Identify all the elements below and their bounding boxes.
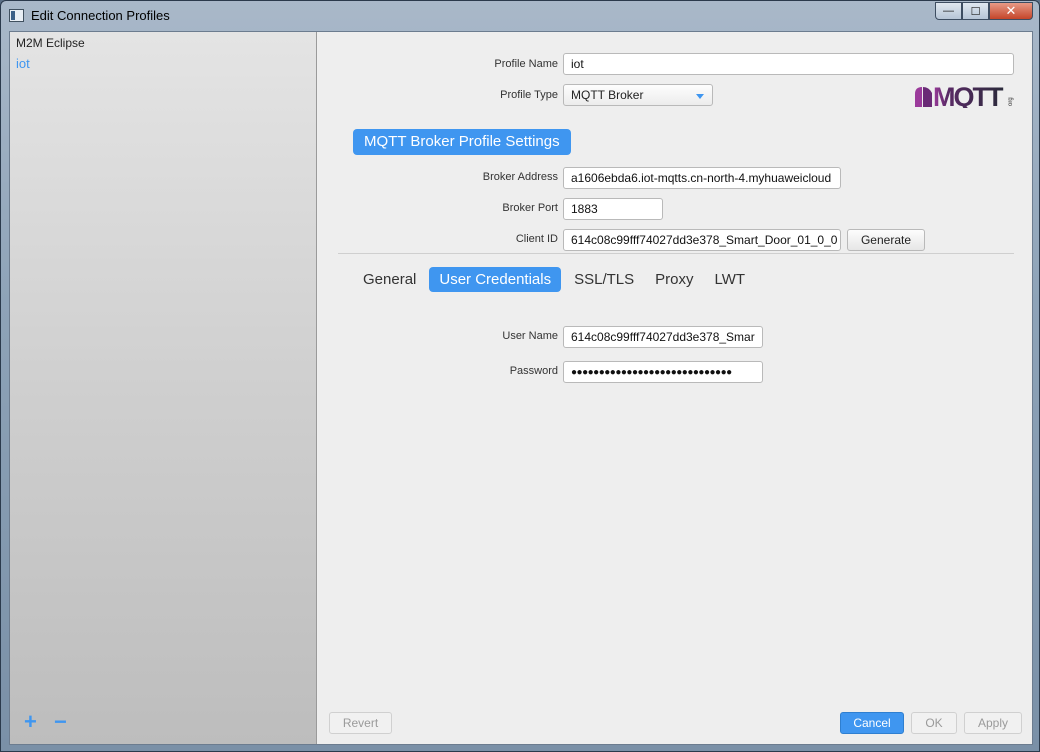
settings-tabs: General User Credentials SSL/TLS Proxy L… [355,267,758,292]
app-icon [9,9,24,22]
user-name-label: User Name [502,330,558,342]
mqtt-logo: MQTT org [915,83,1014,108]
ok-button[interactable]: OK [911,712,957,734]
client-id-label: Client ID [515,233,558,245]
broker-settings-heading: MQTT Broker Profile Settings [353,129,571,155]
profile-type-label: Profile Type [500,89,558,101]
broker-port-field[interactable]: 1883 [563,198,663,220]
edit-connection-profiles-window: Edit Connection Profiles — ☐ ✕ M2M Eclip… [0,0,1040,752]
mqtt-logo-suffix: org [1008,97,1014,106]
window-controls: — ☐ ✕ [935,2,1033,20]
window-title: Edit Connection Profiles [31,8,170,23]
password-field[interactable]: ●●●●●●●●●●●●●●●●●●●●●●●●●●●●● [563,361,763,383]
tab-general[interactable]: General [355,267,424,292]
remove-profile-button[interactable]: − [54,711,67,733]
mqtt-logo-text: MQTT [933,83,1004,108]
profile-editor: Profile Name iot Profile Type MQTT Broke… [318,32,1032,744]
cancel-button[interactable]: Cancel [840,712,904,734]
password-label: Password [509,365,558,377]
close-button[interactable]: ✕ [989,2,1033,20]
broker-port-label: Broker Port [502,202,558,214]
broker-address-label: Broker Address [482,171,558,183]
minimize-button[interactable]: — [935,2,962,20]
maximize-button[interactable]: ☐ [962,2,989,20]
divider [338,253,1014,254]
mqtt-logo-wave [923,87,932,107]
tab-ssl-tls[interactable]: SSL/TLS [566,267,642,292]
apply-button[interactable]: Apply [964,712,1022,734]
dialog-body: M2M Eclipse iot + − Profile Name iot Pro… [9,31,1033,745]
profile-name-label: Profile Name [494,58,558,70]
chevron-down-icon [696,94,704,99]
tab-user-credentials[interactable]: User Credentials [429,267,562,292]
profiles-sidebar: M2M Eclipse iot + − [10,32,317,744]
tab-proxy[interactable]: Proxy [647,267,701,292]
user-name-field[interactable]: 614c08c99fff74027dd3e378_Smar [563,326,763,348]
title-bar[interactable]: Edit Connection Profiles — ☐ ✕ [1,1,1039,31]
tab-lwt[interactable]: LWT [706,267,753,292]
broker-address-field[interactable]: a1606ebda6.iot-mqtts.cn-north-4.myhuawei… [563,167,841,189]
revert-button[interactable]: Revert [329,712,392,734]
profile-name-field[interactable]: iot [563,53,1014,75]
sidebar-item-m2m-eclipse[interactable]: M2M Eclipse [16,36,85,50]
mqtt-logo-wave [915,87,922,107]
profile-type-select[interactable]: MQTT Broker [563,84,713,106]
client-id-field[interactable]: 614c08c99fff74027dd3e378_Smart_Door_01_0… [563,229,841,251]
profile-type-value: MQTT Broker [571,88,644,102]
generate-button[interactable]: Generate [847,229,925,251]
sidebar-item-iot[interactable]: iot [16,56,30,71]
add-profile-button[interactable]: + [24,711,37,733]
